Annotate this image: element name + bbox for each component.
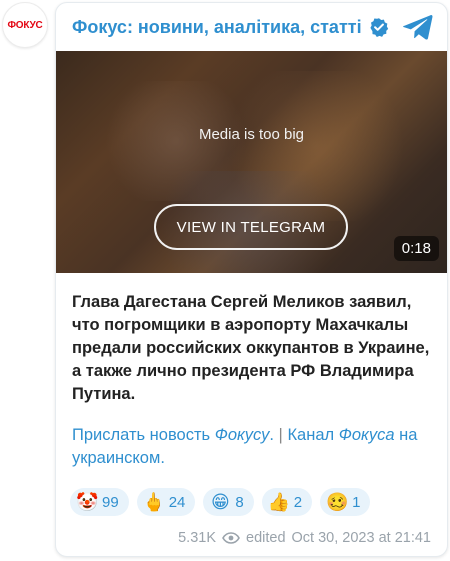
reaction-count: 8 <box>235 493 244 511</box>
message-header: Фокус: новини, аналітика, статті <box>56 3 447 51</box>
edited-label: edited <box>246 530 286 546</box>
avatar-logo-text: ФОКУС <box>7 19 43 31</box>
send-news-link[interactable]: Прислать новость Фокусу <box>72 426 269 444</box>
post-text: Глава Дагестана Сергей Меликов заявил, ч… <box>72 293 430 403</box>
eye-icon <box>222 532 240 544</box>
reaction-grin[interactable]: 😁 8 <box>203 488 254 516</box>
reaction-woozy[interactable]: 🥴 1 <box>320 488 371 516</box>
reaction-count: 99 <box>102 493 119 511</box>
message-footer: 5.31K edited Oct 30, 2023 at 21:41 <box>178 530 431 546</box>
send-news-link-brand: Фокусу <box>214 426 270 444</box>
message-card: Фокус: новини, аналітика, статті Media i… <box>55 2 448 557</box>
middle-finger-icon: 🖕 <box>142 491 166 512</box>
grin-icon: 😁 <box>210 491 230 512</box>
reaction-thumbs-up[interactable]: 👍 2 <box>261 488 313 516</box>
reaction-clown[interactable]: 🤡 99 <box>70 488 129 516</box>
reactions-bar: 🤡 99 🖕 24 😁 8 👍 2 🥴 1 <box>56 470 447 516</box>
telegram-icon[interactable] <box>403 13 433 41</box>
thumbs-up-icon: 👍 <box>267 491 291 512</box>
video-duration-badge: 0:18 <box>393 236 439 261</box>
message-timestamp[interactable]: Oct 30, 2023 at 21:41 <box>292 530 431 546</box>
view-in-telegram-button[interactable]: VIEW IN TELEGRAM <box>154 204 348 250</box>
reaction-count: 1 <box>352 493 361 511</box>
woozy-face-icon: 🥴 <box>326 491 349 512</box>
reaction-count: 24 <box>168 493 186 511</box>
view-count: 5.31K <box>178 530 217 546</box>
post-links: Прислать новость Фокусу. | Канал Фокуса … <box>56 406 447 470</box>
channel-name-link[interactable]: Фокус: новини, аналітика, статті <box>72 17 362 38</box>
send-news-link-text: Прислать новость <box>72 426 215 444</box>
video-preview[interactable]: Media is too big VIEW IN TELEGRAM 0:18 <box>56 51 447 273</box>
channel-avatar[interactable]: ФОКУС <box>2 2 48 48</box>
channel-link-brand: Фокуса <box>338 426 395 444</box>
media-too-big-label: Media is too big <box>198 126 305 143</box>
reaction-count: 2 <box>293 493 303 511</box>
link-separator: | <box>273 426 288 444</box>
clown-icon: 🤡 <box>76 491 99 512</box>
reaction-middle-finger[interactable]: 🖕 24 <box>136 488 196 516</box>
verified-badge-icon <box>369 18 388 37</box>
channel-link-text: Канал <box>287 426 335 444</box>
